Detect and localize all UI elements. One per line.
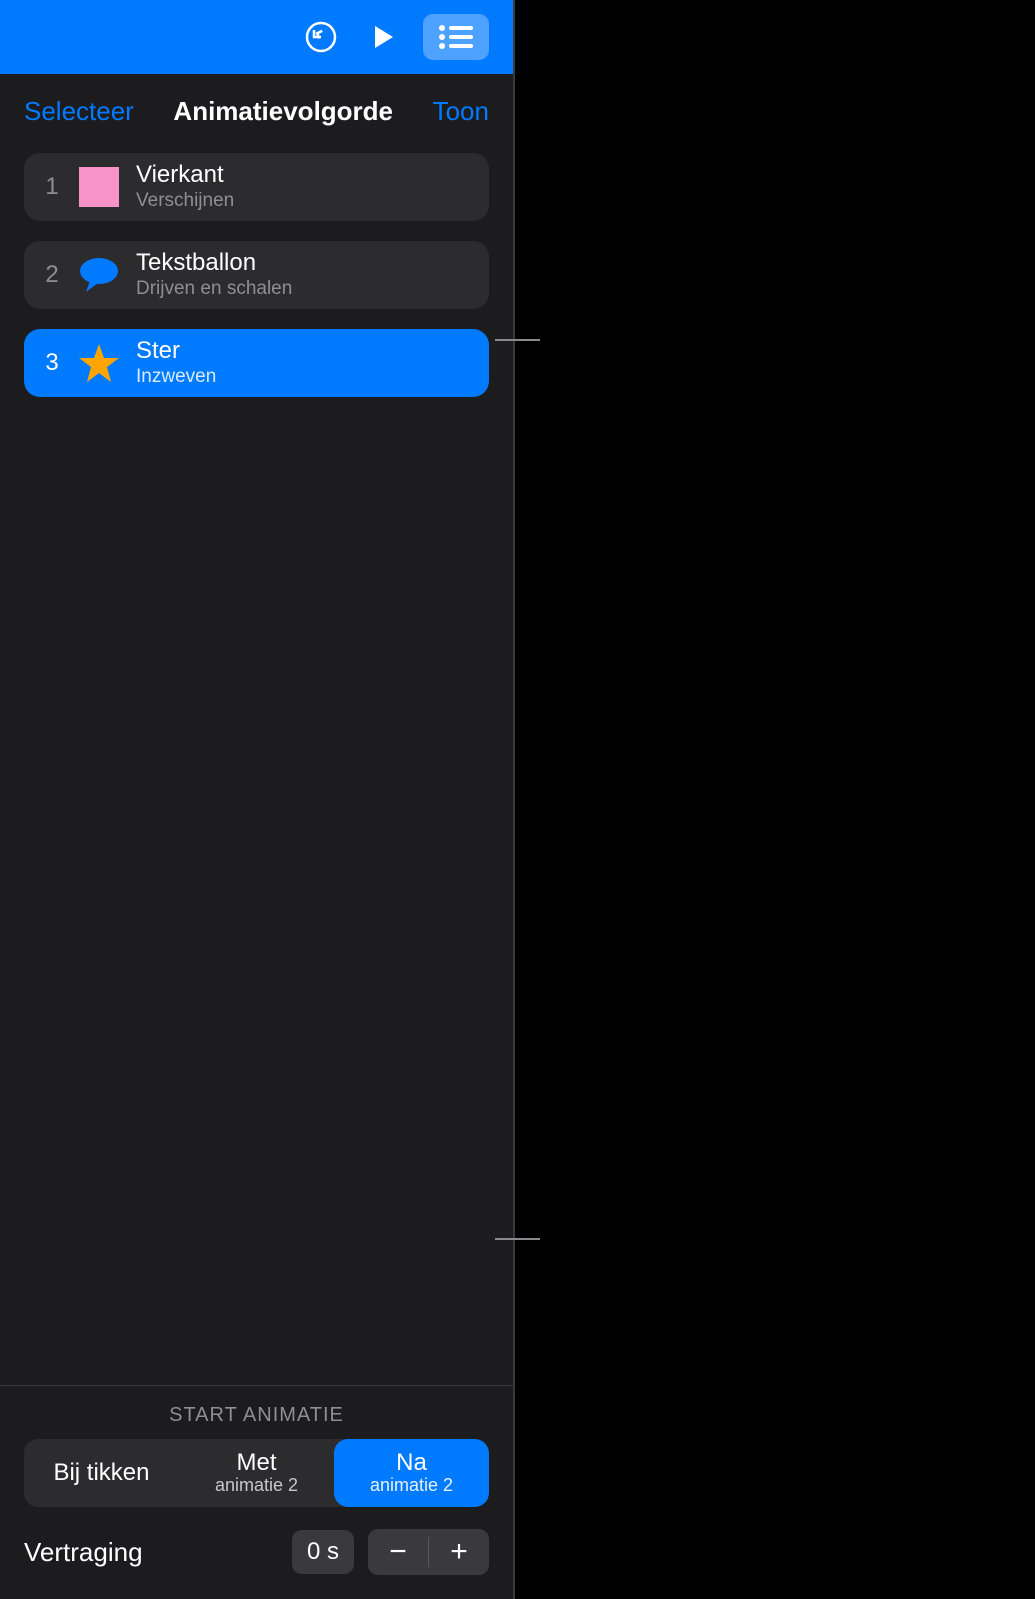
- delay-stepper: − +: [368, 1529, 489, 1575]
- item-title: Vierkant: [136, 161, 234, 190]
- show-button[interactable]: Toon: [433, 96, 489, 127]
- square-icon: [78, 166, 120, 208]
- segment-subtitle: animatie 2: [370, 1476, 453, 1496]
- callout-line: [495, 1238, 540, 1240]
- animation-list: 1 Vierkant Verschijnen 2 Tekstballon Dri…: [0, 145, 513, 1385]
- callout-line: [495, 339, 540, 341]
- item-number: 2: [42, 261, 62, 289]
- list-item[interactable]: 1 Vierkant Verschijnen: [24, 153, 489, 221]
- start-animation-label: START ANIMATIE: [24, 1404, 489, 1427]
- segment-title: Na: [396, 1450, 427, 1476]
- item-text: Tekstballon Drijven en schalen: [136, 249, 292, 301]
- segment-on-tap[interactable]: Bij tikken: [24, 1439, 179, 1507]
- list-item[interactable]: 2 Tekstballon Drijven en schalen: [24, 241, 489, 309]
- select-button[interactable]: Selecteer: [24, 96, 134, 127]
- segment-after[interactable]: Na animatie 2: [334, 1439, 489, 1507]
- list-icon: [438, 24, 474, 50]
- delay-label: Vertraging: [24, 1537, 278, 1568]
- item-text: Vierkant Verschijnen: [136, 161, 234, 213]
- item-number: 3: [42, 349, 62, 377]
- undo-button[interactable]: [299, 15, 343, 59]
- start-animation-segmented: Bij tikken Met animatie 2 Na animatie 2: [24, 1439, 489, 1507]
- play-icon: [369, 23, 397, 51]
- stepper-minus-button[interactable]: −: [368, 1529, 428, 1575]
- item-text: Ster Inzweven: [136, 337, 216, 389]
- item-title: Tekstballon: [136, 249, 292, 278]
- segment-title: Met: [236, 1450, 276, 1476]
- list-view-button[interactable]: [423, 14, 489, 60]
- item-number: 1: [42, 173, 62, 201]
- speech-bubble-icon: [78, 254, 120, 296]
- star-icon: [78, 342, 120, 384]
- item-subtitle: Verschijnen: [136, 190, 234, 213]
- segment-with[interactable]: Met animatie 2: [179, 1439, 334, 1507]
- undo-icon: [304, 20, 338, 54]
- item-title: Ster: [136, 337, 216, 366]
- delay-row: Vertraging 0 s − +: [24, 1529, 489, 1575]
- delay-value[interactable]: 0 s: [292, 1530, 354, 1574]
- toolbar: [0, 0, 513, 74]
- item-subtitle: Inzweven: [136, 366, 216, 389]
- animation-order-panel: Selecteer Animatievolgorde Toon 1 Vierka…: [0, 0, 515, 1599]
- panel-header: Selecteer Animatievolgorde Toon: [0, 74, 513, 145]
- segment-subtitle: animatie 2: [215, 1476, 298, 1496]
- stepper-plus-button[interactable]: +: [429, 1529, 489, 1575]
- segment-title: Bij tikken: [53, 1460, 149, 1486]
- list-item-selected[interactable]: 3 Ster Inzweven: [24, 329, 489, 397]
- play-button[interactable]: [361, 15, 405, 59]
- item-subtitle: Drijven en schalen: [136, 278, 292, 301]
- bottom-controls: START ANIMATIE Bij tikken Met animatie 2…: [0, 1385, 513, 1599]
- panel-title: Animatievolgorde: [173, 96, 393, 127]
